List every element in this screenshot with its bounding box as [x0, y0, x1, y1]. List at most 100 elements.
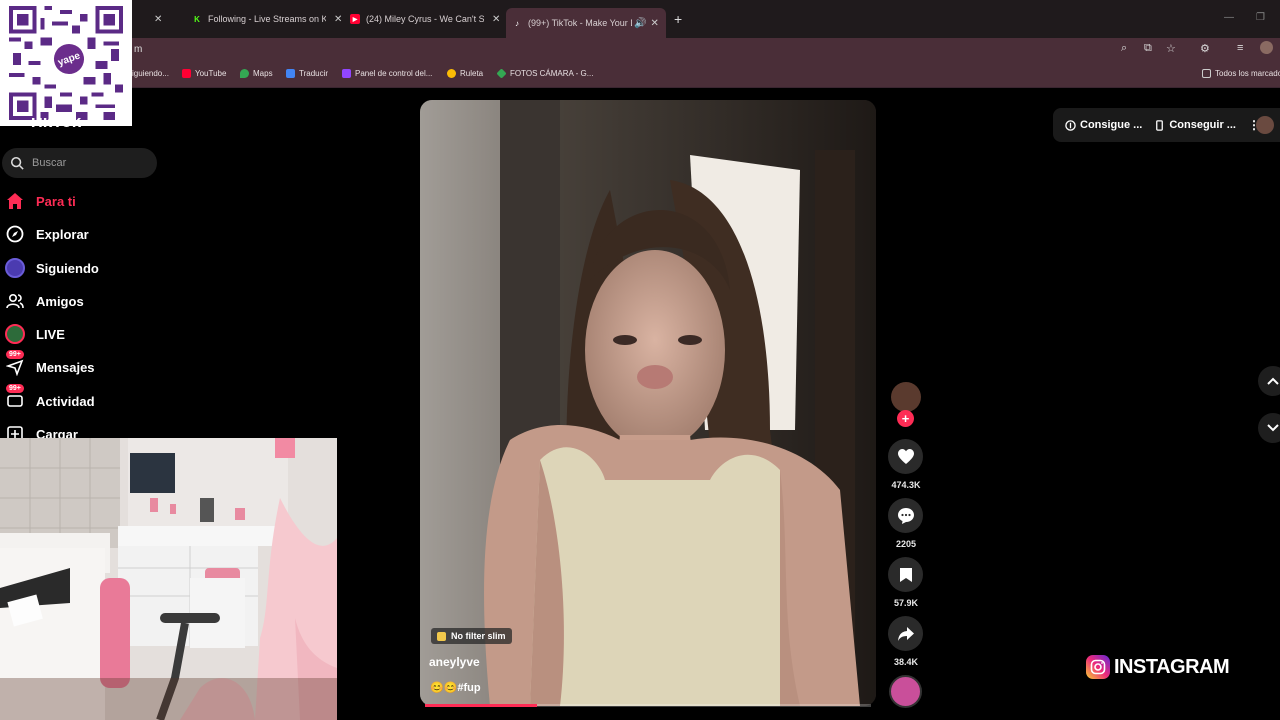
- nav-label: Siguiendo: [36, 260, 99, 276]
- browser-tab-bar: K Following - Live Streams on Kick ✕ ▶ (…: [0, 0, 1280, 38]
- instagram-icon: [1086, 655, 1110, 679]
- effect-tag[interactable]: No filter slim: [431, 628, 512, 644]
- bookmark-item[interactable]: Panel de control del...: [342, 69, 432, 78]
- restore-icon[interactable]: ❐: [1256, 12, 1265, 23]
- qr-code-overlay: yape: [0, 0, 132, 126]
- address-bar[interactable]: m: [0, 38, 1280, 62]
- nav-siguiendo[interactable]: Siguiendo: [4, 257, 99, 279]
- share-icon: [897, 626, 914, 641]
- nav-explorar[interactable]: Explorar: [4, 223, 89, 245]
- compass-icon: [4, 223, 26, 245]
- bookmark-label: YouTube: [195, 69, 227, 78]
- tab-partial[interactable]: ✕: [138, 8, 162, 30]
- video-caption[interactable]: 😊😊#fup: [430, 681, 481, 694]
- tab-title: Following - Live Streams on Kick: [208, 14, 326, 24]
- follow-plus-icon[interactable]: +: [897, 410, 914, 427]
- bookmark-label: iguiendo...: [132, 69, 169, 78]
- minimize-icon[interactable]: —: [1224, 12, 1234, 23]
- top-right-actions: Consigue ... Conseguir ... ⋮: [1053, 108, 1280, 142]
- comment-count: 2205: [895, 539, 917, 549]
- search-input[interactable]: [32, 157, 142, 169]
- video-progress-bar[interactable]: [425, 704, 871, 707]
- google-drive-icon: [496, 68, 507, 79]
- roulette-icon: [447, 69, 456, 78]
- youtube-icon: [182, 69, 191, 78]
- install-app-icon[interactable]: ⧉: [1144, 42, 1152, 55]
- video-author[interactable]: aneylyve: [429, 655, 480, 669]
- next-video-button[interactable]: [1258, 413, 1280, 443]
- instagram-label: INSTAGRAM: [1114, 655, 1230, 678]
- webcam-overlay: [0, 438, 337, 720]
- following-avatar-icon: [4, 257, 26, 279]
- tab-kick[interactable]: K Following - Live Streams on Kick ✕: [186, 8, 342, 30]
- bookmark-item[interactable]: FOTOS CÁMARA - G...: [496, 68, 594, 79]
- get-coins-label: Consigue ...: [1080, 119, 1143, 131]
- nav-amigos[interactable]: Amigos: [4, 290, 84, 312]
- unread-badge: 99+: [6, 350, 24, 359]
- nav-mensajes[interactable]: 99+ Mensajes: [4, 350, 95, 378]
- tab-youtube[interactable]: ▶ (24) Miley Cyrus - We Can't Stop ✕: [344, 8, 500, 30]
- user-avatar[interactable]: [1256, 116, 1274, 134]
- previous-video-button[interactable]: [1258, 366, 1280, 396]
- tab-title: (24) Miley Cyrus - We Can't Stop: [366, 14, 484, 24]
- like-button[interactable]: [888, 439, 923, 474]
- bookmark-star-icon[interactable]: ☆: [1166, 42, 1176, 55]
- close-tab-icon[interactable]: ✕: [492, 14, 500, 25]
- bookmark-item[interactable]: iguiendo...: [132, 69, 169, 78]
- zoom-icon[interactable]: ⌕: [1121, 42, 1127, 55]
- comment-icon: [897, 507, 914, 524]
- tiktok-logo[interactable]: TikTok: [28, 118, 81, 132]
- save-button[interactable]: [888, 557, 923, 592]
- bookmark-item[interactable]: YouTube: [182, 69, 226, 78]
- all-bookmarks-folder[interactable]: Todos los marcadores: [1202, 69, 1280, 78]
- nav-label: Actividad: [36, 393, 95, 409]
- bookmark-label: FOTOS CÁMARA - G...: [510, 69, 594, 78]
- save-count: 57.9K: [893, 598, 919, 608]
- instagram-overlay: INSTAGRAM: [1086, 655, 1230, 679]
- folder-icon: [1202, 69, 1211, 78]
- bookmark-label: Panel de control del...: [355, 69, 433, 78]
- live-icon: [4, 323, 26, 345]
- comment-button[interactable]: [888, 498, 923, 533]
- video-frame: [420, 100, 876, 706]
- nav-live[interactable]: LIVE: [4, 323, 65, 345]
- extensions-icon[interactable]: ⚙: [1200, 42, 1210, 55]
- effect-icon: [437, 631, 446, 641]
- screen: K Following - Live Streams on Kick ✕ ▶ (…: [0, 0, 1280, 720]
- video-player[interactable]: [420, 100, 876, 706]
- share-button[interactable]: [888, 616, 923, 651]
- effect-label: No filter slim: [451, 631, 506, 641]
- tiktok-icon: ♪: [515, 18, 519, 28]
- bookmark-label: Todos los marcadores: [1215, 69, 1280, 78]
- nav-para-ti[interactable]: Para ti: [4, 190, 76, 212]
- search-icon: [10, 156, 24, 170]
- share-count: 38.4K: [893, 657, 919, 667]
- like-count: 474.3K: [891, 480, 921, 490]
- maps-icon: [240, 69, 249, 78]
- chevron-down-icon: [1267, 424, 1279, 432]
- music-disc[interactable]: [889, 675, 922, 708]
- nav-label: Mensajes: [36, 359, 95, 375]
- unread-badge: 99+: [6, 384, 24, 393]
- bookmark-item[interactable]: Maps: [240, 69, 273, 78]
- nav-actividad[interactable]: 99+ Actividad: [4, 384, 95, 412]
- reading-list-icon[interactable]: ≡: [1237, 42, 1243, 54]
- close-tab-icon[interactable]: ✕: [154, 14, 162, 25]
- bookmark-item[interactable]: Ruleta: [447, 69, 483, 78]
- creator-avatar[interactable]: [891, 382, 921, 412]
- nav-label: LIVE: [36, 326, 65, 342]
- bookmark-label: Maps: [253, 69, 273, 78]
- close-tab-icon[interactable]: ✕: [334, 14, 342, 25]
- get-app-button[interactable]: Conseguir ...: [1154, 119, 1236, 131]
- tab-tiktok[interactable]: ♪ (99+) TikTok - Make Your Day 🔊 ✕: [506, 8, 666, 38]
- search-box[interactable]: [2, 148, 157, 178]
- close-tab-icon[interactable]: ✕: [650, 18, 658, 29]
- youtube-icon: ▶: [350, 14, 360, 24]
- bookmark-item[interactable]: Traducir: [286, 69, 328, 78]
- nav-label: Amigos: [36, 293, 84, 309]
- url-text[interactable]: m: [134, 44, 142, 55]
- speaker-icon[interactable]: 🔊: [634, 18, 646, 29]
- get-coins-button[interactable]: Consigue ...: [1065, 119, 1142, 131]
- profile-avatar-icon[interactable]: [1260, 41, 1273, 54]
- new-tab-button[interactable]: +: [674, 11, 682, 27]
